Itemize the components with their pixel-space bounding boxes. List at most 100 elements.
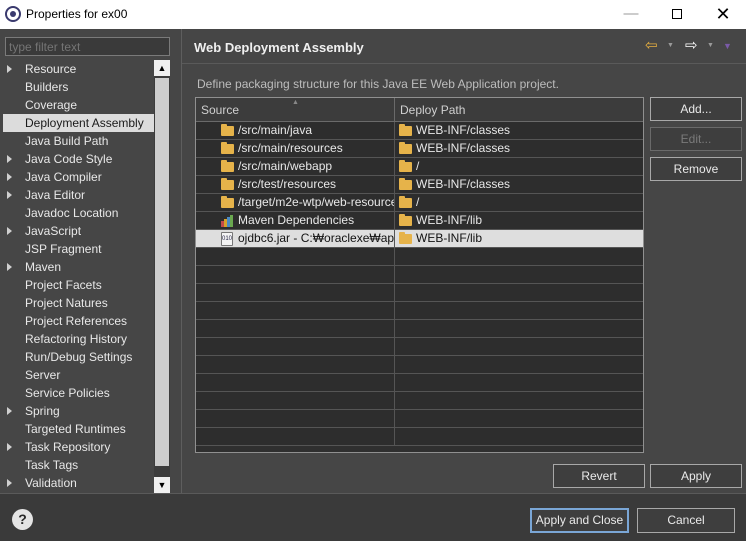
expand-arrow-icon[interactable] bbox=[7, 227, 12, 235]
nav-item[interactable]: Java Build Path bbox=[3, 132, 154, 150]
help-icon[interactable]: ? bbox=[12, 509, 33, 530]
nav-item-label: Server bbox=[25, 368, 61, 382]
nav-item[interactable]: Task Repository bbox=[3, 438, 154, 456]
nav-item[interactable]: Refactoring History bbox=[3, 330, 154, 348]
expand-arrow-icon[interactable] bbox=[7, 407, 12, 415]
expand-arrow-icon[interactable] bbox=[7, 173, 12, 181]
empty-table-row bbox=[196, 356, 643, 374]
cancel-button[interactable]: Cancel bbox=[637, 508, 735, 533]
table-row[interactable]: /src/main/webapp / bbox=[196, 158, 643, 176]
nav-item[interactable]: Project Natures bbox=[3, 294, 154, 312]
back-arrow-icon[interactable]: ⇦ bbox=[645, 37, 658, 55]
nav-item[interactable]: Targeted Runtimes bbox=[3, 420, 154, 438]
table-row[interactable]: 010 ojdbc6.jar - C:₩oraclexe₩app₩oracle₩p… bbox=[196, 230, 643, 248]
nav-item[interactable]: Service Policies bbox=[3, 384, 154, 402]
source-path: ojdbc6.jar - C:₩oraclexe₩app₩oracle₩prod… bbox=[238, 231, 395, 245]
nav-item[interactable]: Run/Debug Settings bbox=[3, 348, 154, 366]
edit-button[interactable]: Edit... bbox=[650, 127, 742, 151]
table-row[interactable]: /target/m2e-wtp/web-resources / bbox=[196, 194, 643, 212]
folder-icon bbox=[399, 214, 412, 226]
table-row[interactable]: Maven Dependencies WEB-INF/lib bbox=[196, 212, 643, 230]
nav-item[interactable]: Builders bbox=[3, 78, 154, 96]
pane-divider[interactable] bbox=[181, 29, 182, 493]
nav-item[interactable]: Coverage bbox=[3, 96, 154, 114]
scroll-down-icon[interactable]: ▼ bbox=[154, 477, 170, 493]
table-row[interactable]: /src/main/resources WEB-INF/classes bbox=[196, 140, 643, 158]
page-description: Define packaging structure for this Java… bbox=[197, 77, 559, 91]
nav-item[interactable]: Javadoc Location bbox=[3, 204, 154, 222]
empty-cell bbox=[196, 374, 395, 392]
deploy-path: WEB-INF/classes bbox=[416, 177, 511, 191]
nav-item[interactable]: Java Code Style bbox=[3, 150, 154, 168]
view-menu-icon[interactable]: ▼ bbox=[723, 37, 732, 55]
forward-dropdown-icon[interactable]: ▼ bbox=[707, 37, 714, 55]
source-path: /src/main/java bbox=[238, 123, 313, 137]
maximize-button[interactable] bbox=[654, 0, 700, 29]
nav-item-label: Coverage bbox=[25, 98, 78, 112]
nav-item[interactable]: Java Compiler bbox=[3, 168, 154, 186]
expand-arrow-icon[interactable] bbox=[7, 263, 12, 271]
nav-item-label: Refactoring History bbox=[25, 332, 128, 346]
nav-item-label: JavaScript bbox=[25, 224, 82, 238]
forward-arrow-icon[interactable]: ⇨ bbox=[685, 37, 698, 55]
deploy-path: WEB-INF/classes bbox=[416, 123, 511, 137]
scroll-thumb[interactable] bbox=[155, 78, 169, 466]
minimize-button[interactable]: — bbox=[608, 0, 654, 29]
apply-button[interactable]: Apply bbox=[650, 464, 742, 488]
nav-scrollbar[interactable]: ▲ ▼ bbox=[154, 60, 170, 493]
header-separator bbox=[182, 63, 746, 64]
table-header: Source ▲ Deploy Path bbox=[196, 98, 643, 122]
empty-table-row bbox=[196, 410, 643, 428]
scroll-up-icon[interactable]: ▲ bbox=[154, 60, 170, 76]
nav-item[interactable]: Task Tags bbox=[3, 456, 154, 474]
filter-input[interactable] bbox=[5, 37, 170, 56]
nav-item-label: Task Tags bbox=[25, 458, 79, 472]
folder-icon bbox=[221, 160, 234, 172]
nav-item[interactable]: JSP Fragment bbox=[3, 240, 154, 258]
back-dropdown-icon[interactable]: ▼ bbox=[667, 37, 674, 55]
folder-icon bbox=[221, 178, 234, 190]
table-row[interactable]: /src/main/java WEB-INF/classes bbox=[196, 122, 643, 140]
table-row[interactable]: /src/test/resources WEB-INF/classes bbox=[196, 176, 643, 194]
source-cell: /target/m2e-wtp/web-resources bbox=[196, 194, 395, 212]
folder-icon bbox=[221, 196, 234, 208]
deploy-path: WEB-INF/lib bbox=[416, 231, 482, 245]
source-cell: /src/main/java bbox=[196, 122, 395, 140]
nav-item[interactable]: Resource bbox=[3, 60, 154, 78]
expand-arrow-icon[interactable] bbox=[7, 479, 12, 487]
nav-item[interactable]: Project References bbox=[3, 312, 154, 330]
deploy-path-cell: / bbox=[395, 194, 643, 212]
source-path: /src/main/webapp bbox=[238, 159, 333, 173]
empty-table-row bbox=[196, 338, 643, 356]
nav-item-label: Java Code Style bbox=[25, 152, 113, 166]
expand-arrow-icon[interactable] bbox=[7, 443, 12, 451]
maximize-icon bbox=[672, 9, 682, 19]
empty-table-row bbox=[196, 284, 643, 302]
deploy-path: WEB-INF/classes bbox=[416, 141, 511, 155]
add-button[interactable]: Add... bbox=[650, 97, 742, 121]
expand-arrow-icon[interactable] bbox=[7, 65, 12, 73]
nav-item-label: Deployment Assembly bbox=[25, 116, 144, 130]
column-header-deploy-path[interactable]: Deploy Path bbox=[395, 98, 643, 122]
expand-arrow-icon[interactable] bbox=[7, 155, 12, 163]
nav-item[interactable]: Deployment Assembly bbox=[3, 114, 154, 132]
nav-item[interactable]: Java Editor bbox=[3, 186, 154, 204]
empty-cell bbox=[196, 248, 395, 266]
nav-item[interactable]: Maven bbox=[3, 258, 154, 276]
nav-item-label: Targeted Runtimes bbox=[25, 422, 126, 436]
empty-cell bbox=[196, 410, 395, 428]
nav-item[interactable]: Project Facets bbox=[3, 276, 154, 294]
nav-item[interactable]: Spring bbox=[3, 402, 154, 420]
sort-indicator-icon: ▲ bbox=[292, 99, 299, 106]
nav-item[interactable]: Validation bbox=[3, 474, 154, 492]
close-button[interactable]: ✕ bbox=[700, 0, 746, 29]
empty-table-row bbox=[196, 266, 643, 284]
revert-button[interactable]: Revert bbox=[553, 464, 645, 488]
apply-and-close-button[interactable]: Apply and Close bbox=[530, 508, 629, 533]
remove-button[interactable]: Remove bbox=[650, 157, 742, 181]
expand-arrow-icon[interactable] bbox=[7, 191, 12, 199]
nav-item[interactable]: JavaScript bbox=[3, 222, 154, 240]
nav-item[interactable]: Server bbox=[3, 366, 154, 384]
empty-table-row bbox=[196, 428, 643, 446]
source-cell: /src/main/webapp bbox=[196, 158, 395, 176]
